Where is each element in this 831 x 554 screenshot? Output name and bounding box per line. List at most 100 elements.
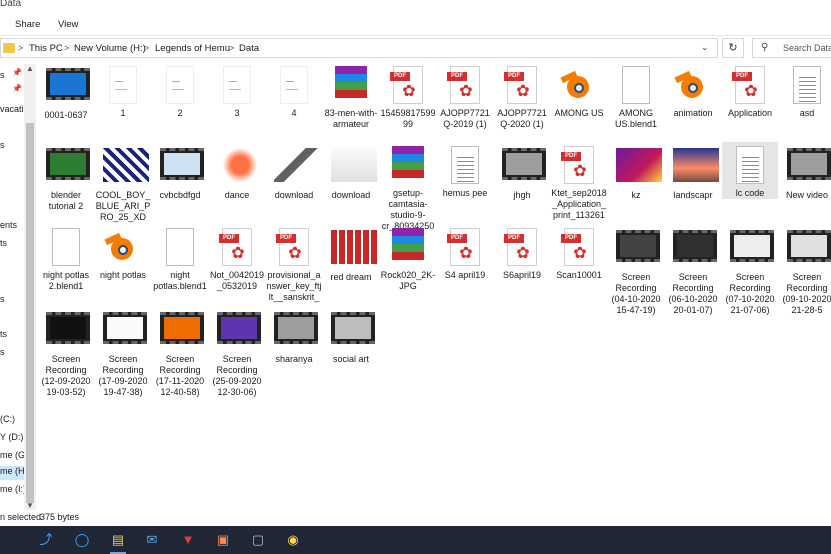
file-name: dance: [224, 190, 250, 200]
file-item[interactable]: COOL_BOY_BLUE_ARI_PRO_25_XD: [95, 142, 151, 223]
file-name: AJOPP7721Q-2019 (1): [440, 108, 490, 129]
nav-item-drive-i[interactable]: me (I:): [0, 484, 26, 494]
image-thumbnail-icon: [616, 148, 662, 188]
file-item[interactable]: Screen Recording (12-09-2020 19-03-52): [38, 306, 94, 398]
file-item[interactable]: 0001-0637: [38, 62, 94, 121]
nav-item-drive-d[interactable]: Y (D:): [0, 432, 23, 442]
file-item[interactable]: asd: [779, 62, 831, 119]
breadcrumb-separator[interactable]: >: [64, 43, 69, 53]
nav-item-drive-h[interactable]: me (H:: [0, 466, 27, 480]
file-item[interactable]: PDF ✿ S4 april19: [437, 224, 493, 281]
file-name: kz: [631, 190, 641, 200]
breadcrumb-separator[interactable]: >: [18, 43, 23, 53]
pdf-icon: PDF ✿: [502, 228, 542, 268]
pdf-icon: PDF ✿: [730, 66, 770, 106]
file-item[interactable]: blender tutorial 2: [38, 142, 94, 212]
file-name: 1545981759999: [380, 108, 436, 129]
file-item[interactable]: jhgh: [494, 142, 550, 201]
edge-icon[interactable]: ◯: [72, 531, 92, 549]
nav-item[interactable]: s: [0, 70, 5, 80]
file-item[interactable]: landscapr: [665, 142, 721, 201]
breadcrumb-new-volume[interactable]: New Volume (H:): [74, 43, 146, 54]
breadcrumb-this-pc[interactable]: This PC: [29, 43, 63, 54]
nav-item-drive-c[interactable]: (C:): [0, 414, 15, 424]
file-item[interactable]: Screen Recording (25-09-2020 12-30-06): [209, 306, 265, 398]
file-item[interactable]: PDF ✿ AJOPP7721Q-2019 (1): [437, 62, 493, 130]
search-box[interactable]: ⚲ Search Data: [752, 38, 831, 58]
breadcrumb-data[interactable]: Data: [239, 43, 259, 54]
file-explorer-icon[interactable]: ▤: [108, 531, 128, 554]
nav-item[interactable]: s: [0, 347, 5, 357]
file-name: AJOPP7721Q-2020 (1): [497, 108, 547, 129]
file-item[interactable]: PDF ✿ 1545981759999: [380, 62, 436, 130]
file-item[interactable]: 4: [266, 62, 322, 119]
document-icon: [445, 146, 485, 186]
breadcrumb-separator[interactable]: >: [144, 43, 149, 53]
file-item[interactable]: PDF ✿ Ktet_sep2018_Application_print_11326…: [551, 142, 607, 221]
nav-item[interactable]: s: [0, 294, 5, 304]
file-name: download: [331, 190, 371, 200]
nav-scrollbar[interactable]: ▲ ▼: [24, 64, 36, 510]
file-item[interactable]: dance: [209, 142, 265, 201]
breadcrumb-legends-of-hemu[interactable]: Legends of Hemu: [155, 43, 230, 54]
mcafee-icon[interactable]: ▼: [178, 531, 198, 549]
file-item[interactable]: AMONG US.blend1: [608, 62, 664, 130]
menu-view[interactable]: View: [58, 19, 78, 30]
file-item[interactable]: Screen Recording (07-10-2020 21-07-06): [722, 224, 778, 316]
nav-item[interactable]: ts: [0, 238, 7, 248]
file-item[interactable]: 3: [209, 62, 265, 119]
file-item[interactable]: lc code: [722, 142, 778, 199]
nav-item[interactable]: s: [0, 140, 5, 150]
file-item[interactable]: 2: [152, 62, 208, 119]
file-item[interactable]: sharanya: [266, 306, 322, 365]
scroll-down-icon[interactable]: ▼: [26, 501, 34, 510]
file-item[interactable]: 83-men-with-armateur: [323, 62, 379, 130]
nav-item[interactable]: ts: [0, 329, 7, 339]
file-item[interactable]: PDF ✿ provisional_answer_key_ftjlt__sanskr…: [266, 224, 322, 303]
file-item[interactable]: New video: [779, 142, 831, 201]
cortana-icon[interactable]: ⤴: [36, 531, 56, 549]
scroll-up-icon[interactable]: ▲: [26, 64, 34, 73]
file-item[interactable]: Rock020_2K-JPG: [380, 224, 436, 292]
file-item[interactable]: night potlas.blend1: [152, 224, 208, 292]
video-icon: [217, 312, 261, 352]
file-item[interactable]: cvbcbdfgd: [152, 142, 208, 201]
file-name: AMONG US.blend1: [614, 108, 658, 129]
file-item[interactable]: night potlas 2.blend1: [38, 224, 94, 292]
file-item[interactable]: download: [266, 142, 322, 201]
refresh-icon[interactable]: ↻: [722, 38, 744, 58]
file-item[interactable]: download: [323, 142, 379, 201]
photos-icon[interactable]: ▣: [213, 531, 233, 549]
file-item[interactable]: Screen Recording (17-11-2020 12-40-58): [152, 306, 208, 398]
file-item[interactable]: PDF ✿ S6april19: [494, 224, 550, 281]
chevron-down-icon[interactable]: ⌄: [701, 42, 709, 53]
file-item[interactable]: Screen Recording (09-10-2020 21-28-5: [779, 224, 831, 316]
menu-share[interactable]: Share: [15, 19, 40, 30]
file-item[interactable]: PDF ✿ Application: [722, 62, 778, 119]
mail-icon[interactable]: ✉: [142, 531, 162, 549]
file-item[interactable]: PDF ✿ Scan10001: [551, 224, 607, 281]
breadcrumb-separator[interactable]: >: [229, 43, 234, 53]
file-name: cvbcbdfgd: [159, 190, 201, 200]
snipping-icon[interactable]: ▢: [248, 531, 268, 549]
scrollbar-thumb[interactable]: [26, 123, 34, 503]
file-item[interactable]: night potlas: [95, 224, 151, 281]
file-name: download: [274, 190, 314, 200]
file-item[interactable]: hemus pee: [437, 142, 493, 199]
nav-item[interactable]: ents: [0, 220, 17, 230]
chrome-icon[interactable]: ◉: [283, 531, 303, 549]
file-item[interactable]: Screen Recording (06-10-2020 20-01-07): [665, 224, 721, 316]
file-item[interactable]: PDF ✿ AJOPP7721Q-2020 (1): [494, 62, 550, 130]
file-item[interactable]: red dream: [323, 224, 379, 283]
file-item[interactable]: kz: [608, 142, 664, 201]
file-item[interactable]: animation: [665, 62, 721, 119]
file-item[interactable]: 1: [95, 62, 151, 119]
file-item[interactable]: PDF ✿ Not_0042019_0532019: [209, 224, 265, 292]
file-item[interactable]: Screen Recording (17-09-2020 19-47-38): [95, 306, 151, 398]
nav-item[interactable]: vacati: [0, 104, 24, 114]
file-item[interactable]: Screen Recording (04-10-2020 15-47-19): [608, 224, 664, 316]
file-item[interactable]: social art: [323, 306, 379, 365]
file-item[interactable]: AMONG US: [551, 62, 607, 119]
address-bar[interactable]: > This PC > New Volume (H:) > Legends of…: [0, 38, 718, 58]
video-icon: [616, 230, 660, 270]
